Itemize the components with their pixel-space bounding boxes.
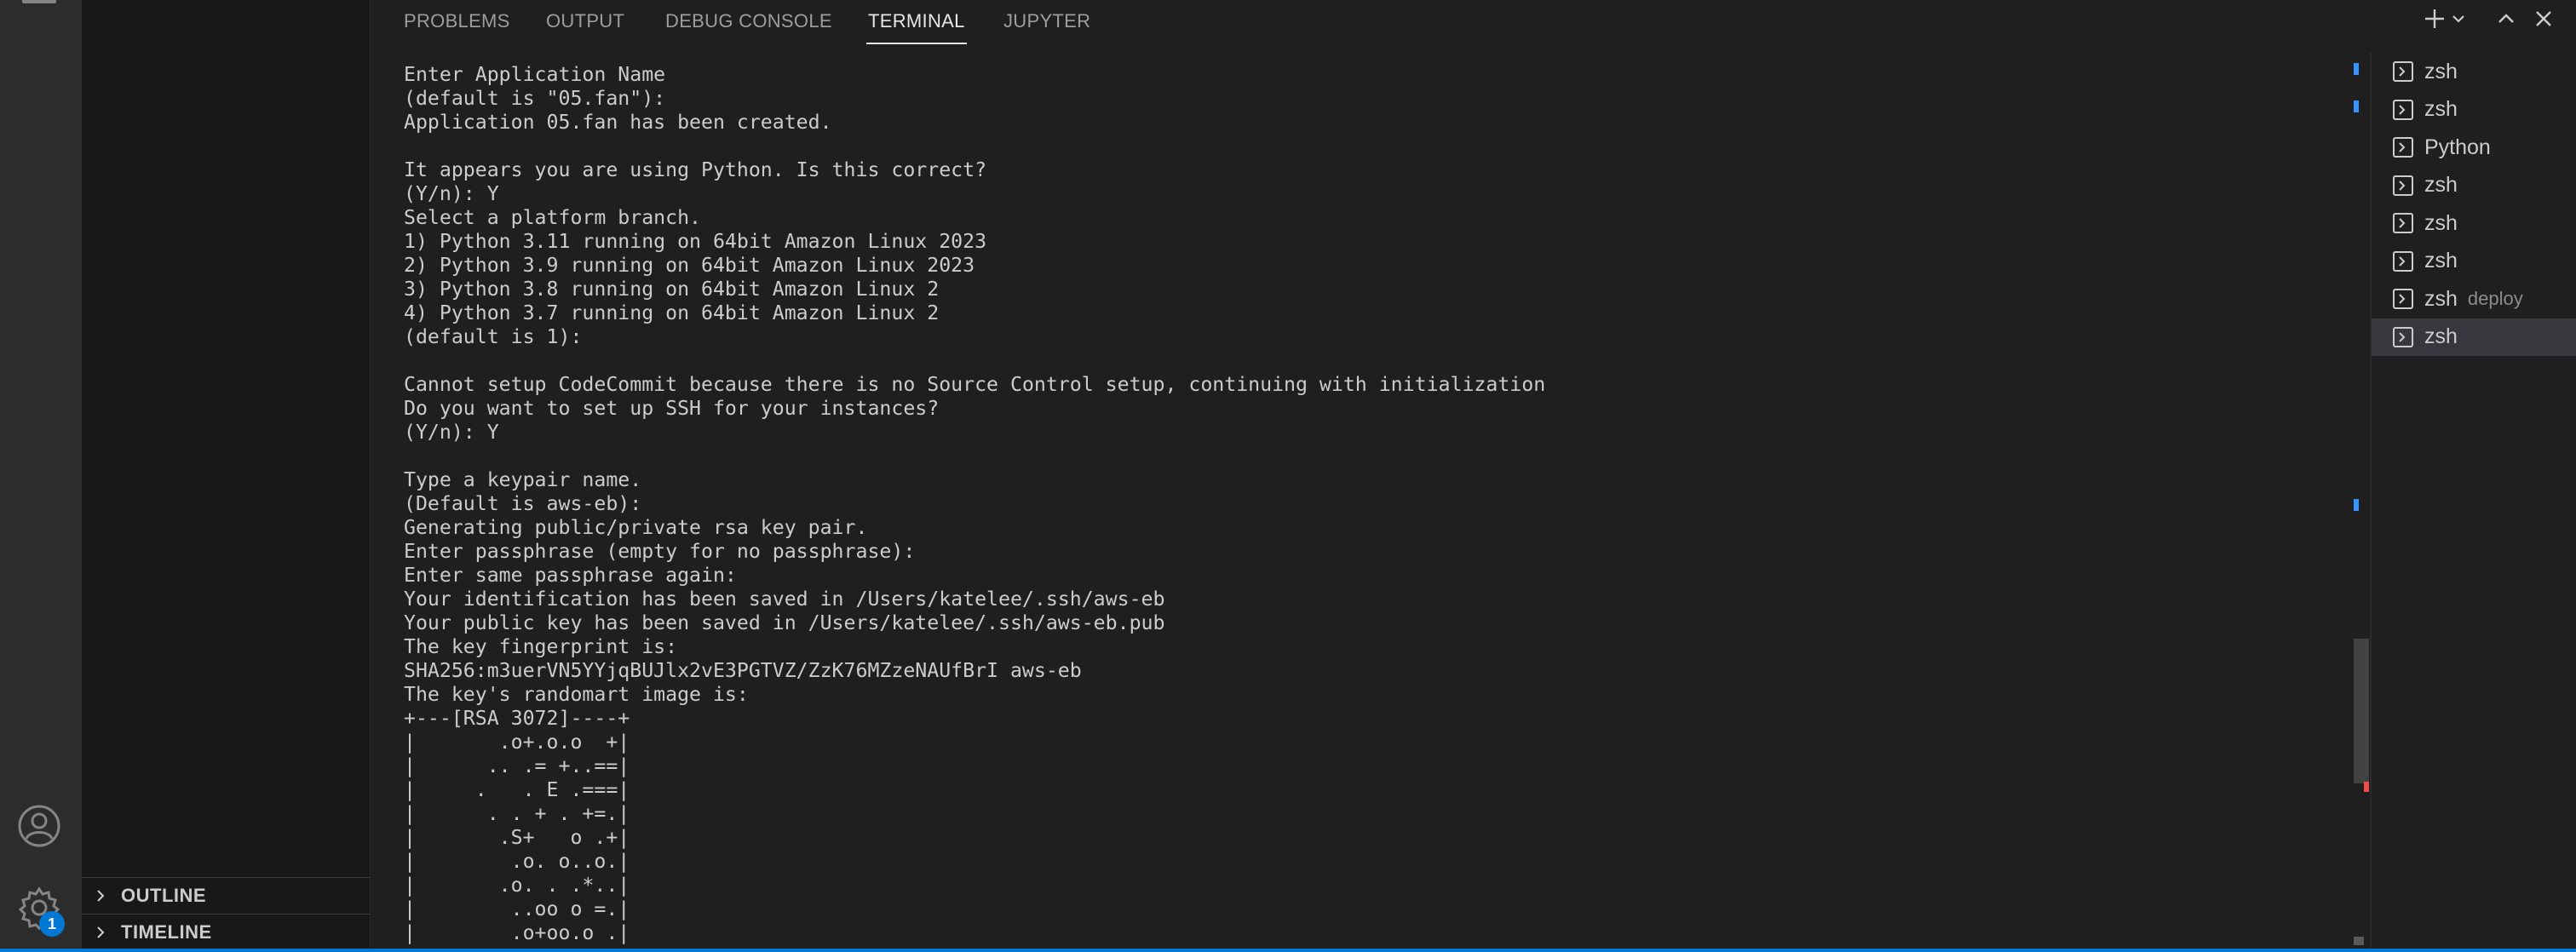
terminal-line: Your identification has been saved in /U… xyxy=(404,588,1165,611)
explorer-icon[interactable] xyxy=(22,0,56,3)
terminal-line: 4) Python 3.7 running on 64bit Amazon Li… xyxy=(404,301,940,324)
terminal-icon xyxy=(2393,99,2413,120)
terminal-line: (Default is aws-eb): xyxy=(404,492,642,515)
scroll-marker xyxy=(2354,937,2364,945)
scroll-marker xyxy=(2354,100,2359,112)
terminal-name: zsh xyxy=(2424,173,2458,197)
terminal-line: (Y/n): Y xyxy=(404,421,499,444)
accounts-icon[interactable] xyxy=(17,804,61,848)
terminal-line: | .. .= +..==| xyxy=(404,754,630,777)
terminal-line: +---[RSA 3072]----+ xyxy=(404,707,630,730)
sidebar: OUTLINE TIMELINE xyxy=(82,0,371,952)
activity-bar: 1 xyxy=(0,0,83,952)
timeline-label: TIMELINE xyxy=(121,920,212,943)
terminal-line: | .o+.o.o +| xyxy=(404,731,630,754)
outline-section-header[interactable]: OUTLINE xyxy=(82,877,370,913)
terminal-line: Generating public/private rsa key pair. xyxy=(404,516,868,539)
terminal-line: | ..oo o =.| xyxy=(404,898,630,920)
tab-problems[interactable]: PROBLEMS xyxy=(404,10,510,32)
panel: PROBLEMS OUTPUT DEBUG CONSOLE TERMINAL J… xyxy=(371,0,2576,952)
terminal-list-item[interactable]: zsh xyxy=(2372,204,2576,242)
terminal-line: Enter passphrase (empty for no passphras… xyxy=(404,540,916,563)
scroll-marker xyxy=(2354,63,2359,75)
terminal-name: zsh xyxy=(2424,210,2458,235)
terminal-list: zsh zsh Python zsh zsh zsh zsh deploy zsh xyxy=(2370,53,2576,952)
panel-tabs: PROBLEMS OUTPUT DEBUG CONSOLE TERMINAL J… xyxy=(371,0,2576,48)
terminal-icon xyxy=(2393,137,2413,158)
terminal-icon xyxy=(2393,250,2413,272)
active-tab-indicator xyxy=(866,43,967,44)
terminal-line: | . . + . +=.| xyxy=(404,802,630,825)
tab-jupyter[interactable]: JUPYTER xyxy=(1003,10,1090,32)
terminal-name: zsh xyxy=(2424,249,2458,272)
terminal-description: deploy xyxy=(2467,288,2523,309)
terminal-line: | .S+ o .+| xyxy=(404,826,630,849)
close-icon[interactable] xyxy=(2532,7,2556,31)
chevron-right-icon xyxy=(97,889,105,902)
terminal-line: 3) Python 3.8 running on 64bit Amazon Li… xyxy=(404,278,940,301)
terminal-list-item[interactable]: zsh xyxy=(2372,53,2576,90)
scroll-marker xyxy=(2354,499,2359,511)
terminal-scrollbar-thumb[interactable] xyxy=(2354,639,2369,783)
terminal-icon xyxy=(2393,289,2413,309)
outline-label: OUTLINE xyxy=(121,884,207,906)
terminal-line: (Y/n): Y xyxy=(404,182,499,205)
terminal-line: (default is 1): xyxy=(404,325,583,348)
scroll-marker-error xyxy=(2364,782,2369,792)
status-bar-edge xyxy=(0,949,2576,952)
terminal-name: zsh xyxy=(2424,59,2458,83)
terminal-line: | .o+oo.o .| xyxy=(404,921,630,944)
settings-badge: 1 xyxy=(39,911,65,937)
tab-output[interactable]: OUTPUT xyxy=(546,10,624,32)
chevron-right-icon xyxy=(97,926,105,938)
terminal-line: | .o. . .*..| xyxy=(404,874,630,897)
terminal-line: SHA256:m3uerVN5YYjqBUJlx2vE3PGTVZ/ZzK76M… xyxy=(404,659,1082,682)
terminal-line: Cannot setup CodeCommit because there is… xyxy=(404,373,1546,396)
terminal-line: | . . E .===| xyxy=(404,778,630,801)
terminal-name: Python xyxy=(2424,135,2491,159)
terminal-name: zsh xyxy=(2424,97,2458,121)
terminal-output[interactable]: Enter Application Name (default is "05.fa… xyxy=(404,63,2576,952)
terminal-line: (default is "05.fan"): xyxy=(404,87,666,110)
terminal-icon xyxy=(2393,213,2413,233)
terminal-line: Your public key has been saved in /Users… xyxy=(404,611,1165,634)
chevron-down-icon[interactable] xyxy=(2450,7,2467,31)
terminal-list-item[interactable]: zsh deploy xyxy=(2372,280,2576,318)
terminal-line: Do you want to set up SSH for your insta… xyxy=(404,397,940,420)
terminal-list-item[interactable]: zsh xyxy=(2372,318,2576,356)
terminal-name: zsh xyxy=(2424,324,2458,348)
terminal-line: 1) Python 3.11 running on 64bit Amazon L… xyxy=(404,230,987,253)
terminal-line: Type a keypair name. xyxy=(404,468,642,491)
terminal-list-item[interactable]: zsh xyxy=(2372,91,2576,129)
terminal-line: 2) Python 3.9 running on 64bit Amazon Li… xyxy=(404,254,975,277)
terminal-line: Enter Application Name xyxy=(404,63,666,86)
terminal-line: | .o. o..o.| xyxy=(404,850,630,873)
terminal-line: It appears you are using Python. Is this… xyxy=(404,158,987,181)
terminal-list-item[interactable]: zsh xyxy=(2372,167,2576,204)
terminal-icon xyxy=(2393,61,2413,82)
plus-icon[interactable] xyxy=(2423,7,2447,31)
terminal-line: Select a platform branch. xyxy=(404,206,702,229)
tab-debug-console[interactable]: DEBUG CONSOLE xyxy=(665,10,832,32)
terminal-icon xyxy=(2393,175,2413,196)
timeline-section-header[interactable]: TIMELINE xyxy=(82,914,370,949)
terminal-line: Enter same passphrase again: xyxy=(404,564,737,587)
terminal-line: The key's randomart image is: xyxy=(404,683,749,706)
terminal-list-item[interactable]: Python xyxy=(2372,129,2576,166)
terminal-icon xyxy=(2393,326,2413,347)
terminal-line: The key fingerprint is: xyxy=(404,635,678,658)
chevron-up-icon[interactable] xyxy=(2494,7,2518,31)
terminal-list-item[interactable]: zsh xyxy=(2372,243,2576,280)
terminal-line: Application 05.fan has been created. xyxy=(404,111,832,134)
tab-terminal[interactable]: TERMINAL xyxy=(868,10,965,32)
terminal-name: zsh xyxy=(2424,286,2458,311)
